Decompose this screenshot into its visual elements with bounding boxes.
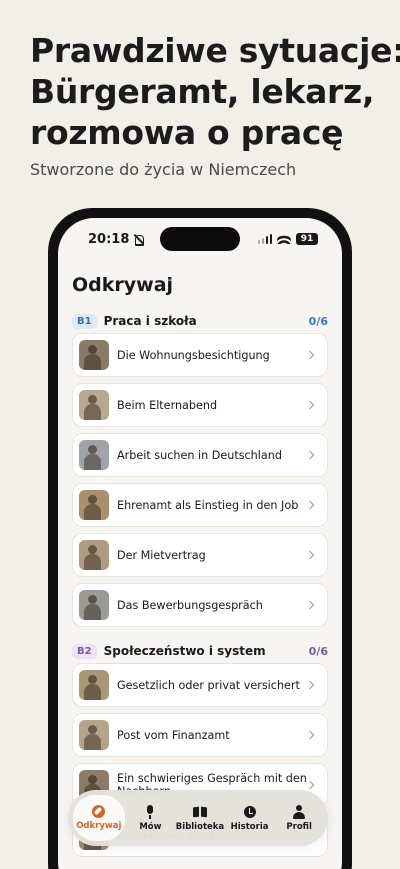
tab-label: Profil	[286, 821, 312, 832]
promo-title-line: Bürgeramt, lekarz,	[30, 72, 375, 111]
scenario-title: Post vom Finanzamt	[117, 728, 230, 742]
bell-slash-icon	[133, 234, 145, 246]
scenario-card[interactable]: Post vom Finanzamt	[72, 713, 328, 757]
dynamic-island	[160, 227, 240, 251]
promo-title-line: Prawdziwe sytuacje:	[30, 31, 400, 70]
scenario-thumbnail	[79, 340, 109, 370]
chevron-right-icon	[305, 400, 315, 410]
section-header: B2 Społeczeństwo i system 0/6	[72, 642, 328, 660]
tab-biblioteka[interactable]: Biblioteka	[176, 795, 224, 841]
clock-icon	[243, 805, 257, 819]
scenario-title: Ehrenamt als Einstieg in den Job	[117, 498, 299, 512]
clock-text: 20:18	[88, 232, 130, 247]
level-badge: B2	[72, 643, 97, 659]
tab-mow[interactable]: Mów	[126, 795, 174, 841]
book-icon	[193, 805, 207, 819]
section-progress-count: 0/6	[308, 644, 328, 658]
section-header: B1 Praca i szkoła 0/6	[72, 312, 328, 330]
section-title-group: B2 Społeczeństwo i system	[72, 643, 266, 659]
section-progress-count: 0/6	[308, 314, 328, 328]
tab-profil[interactable]: Profil	[275, 795, 323, 841]
tab-odkrywaj[interactable]: Odkrywaj	[72, 795, 125, 841]
scenario-thumbnail	[79, 670, 109, 700]
promo-title: Prawdziwe sytuacje: Bürgeramt, lekarz, r…	[30, 30, 400, 153]
scenario-thumbnail	[79, 540, 109, 570]
scenario-card[interactable]: Der Mietvertrag	[72, 533, 328, 577]
scenario-title: Der Mietvertrag	[117, 548, 206, 562]
chevron-right-icon	[305, 350, 315, 360]
section-title: Praca i szkoła	[103, 314, 197, 328]
scenario-card[interactable]: Die Wohnungsbesichtigung	[72, 333, 328, 377]
promo-title-line: rozmowa o pracę	[30, 113, 344, 152]
scenario-card[interactable]: Das Bewerbungsgespräch	[72, 583, 328, 627]
scenario-card[interactable]: Gesetzlich oder privat versichert	[72, 663, 328, 707]
wifi-icon	[277, 234, 291, 244]
chevron-right-icon	[305, 450, 315, 460]
chevron-right-icon	[305, 500, 315, 510]
tab-label: Odkrywaj	[76, 821, 122, 831]
chevron-right-icon	[305, 550, 315, 560]
tab-label: Historia	[230, 821, 269, 832]
scenario-title: Beim Elternabend	[117, 398, 218, 412]
chevron-right-icon	[305, 600, 315, 610]
scenario-card[interactable]: Arbeit suchen in Deutschland	[72, 433, 328, 477]
app-screen: 20:18 91 Odkrywaj B1 Praca i szkoła 0/6 Die…	[58, 218, 342, 869]
scenario-thumbnail	[79, 720, 109, 750]
chevron-right-icon	[305, 780, 315, 790]
chevron-right-icon	[305, 680, 315, 690]
page-title: Odkrywaj	[72, 274, 174, 296]
scenario-thumbnail	[79, 390, 109, 420]
scenario-title: Das Bewerbungsgespräch	[117, 598, 263, 612]
scenario-card[interactable]: Beim Elternabend	[72, 383, 328, 427]
scenario-thumbnail	[79, 490, 109, 520]
person-icon	[292, 804, 306, 819]
scenario-thumbnail	[79, 440, 109, 470]
section-title-group: B1 Praca i szkoła	[72, 313, 197, 329]
section-title: Społeczeństwo i system	[103, 644, 266, 658]
microphone-icon	[143, 804, 157, 819]
scenario-title: Gesetzlich oder privat versichert	[117, 678, 300, 692]
status-indicators: 91	[257, 233, 318, 245]
promo-subtitle: Stworzone do życia w Niemczech	[30, 160, 297, 179]
phone-frame: 20:18 91 Odkrywaj B1 Praca i szkoła 0/6 Die…	[48, 208, 352, 869]
scenario-card[interactable]: Ehrenamt als Einstieg in den Job	[72, 483, 328, 527]
tab-label: Mów	[139, 821, 162, 832]
scenario-title: Die Wohnungsbesichtigung	[117, 348, 270, 362]
tab-label: Biblioteka	[175, 821, 225, 832]
scenario-title: Arbeit suchen in Deutschland	[117, 448, 282, 462]
status-time: 20:18	[88, 232, 145, 247]
scenario-thumbnail	[79, 590, 109, 620]
status-bar: 20:18 91	[58, 218, 342, 264]
tab-historia[interactable]: Historia	[226, 795, 274, 841]
compass-icon	[92, 805, 106, 818]
battery-icon: 91	[296, 233, 318, 245]
cellular-signal-icon	[257, 234, 272, 244]
level-badge: B1	[72, 313, 97, 329]
chevron-right-icon	[305, 730, 315, 740]
bottom-tab-bar: Odkrywaj Mów Biblioteka Historia Profil	[68, 790, 328, 846]
